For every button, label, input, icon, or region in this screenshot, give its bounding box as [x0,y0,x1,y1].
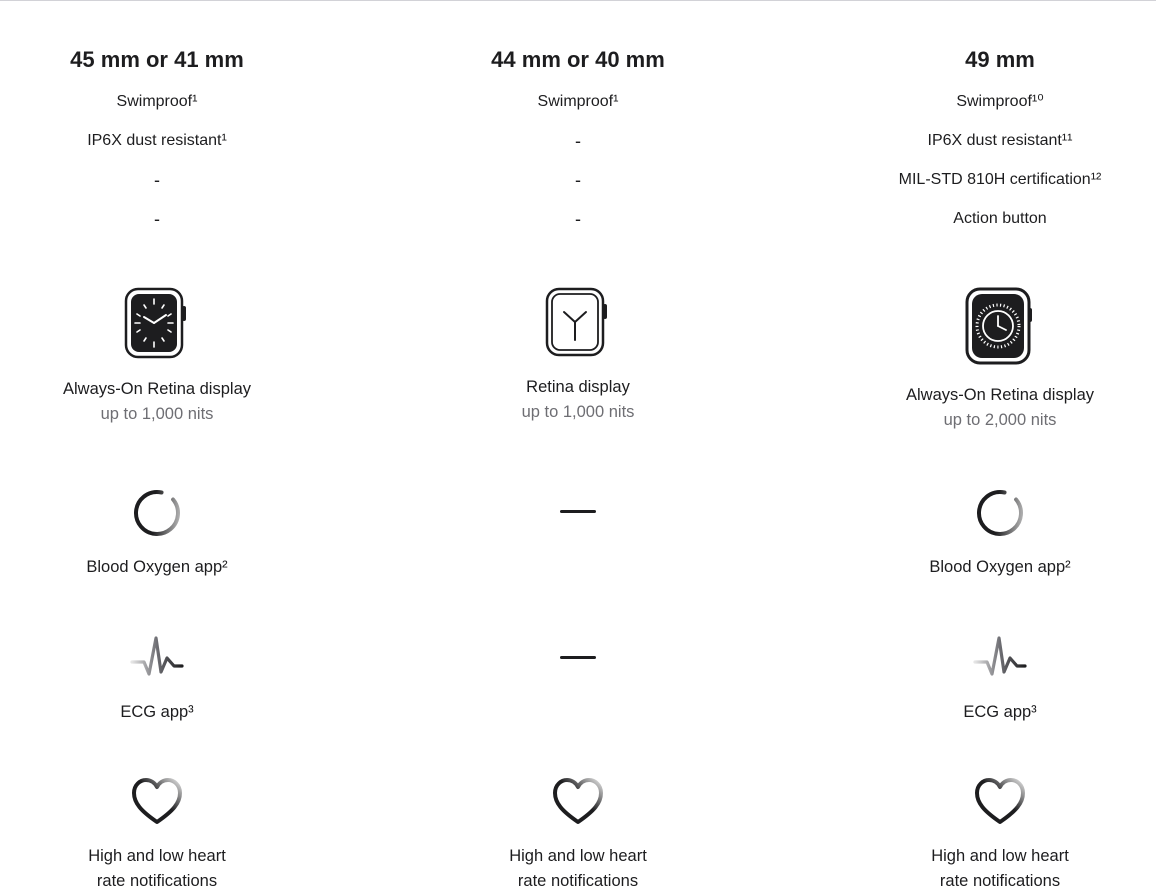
ecg-label: ECG app³ [963,703,1037,721]
spec-action-button: - [154,209,160,229]
ecg-unavailable [560,656,596,659]
spec-swimproof: Swimproof¹⁰ [956,93,1044,110]
spec-mil-std: - [575,170,581,190]
column-series9: 45 mm or 41 mm Swimproof¹ IP6X dust resi… [0,0,337,892]
display-brightness: up to 1,000 nits [100,405,214,423]
case-size-title: 45 mm or 41 mm [70,47,244,72]
heart-icon [132,778,182,824]
watch-face-light-icon [545,287,607,357]
watch-face-dark-icon [124,287,186,359]
blood-oxygen-unavailable [560,510,596,513]
column-se: 44 mm or 40 mm Swimproof¹ - - - Retina d… [398,0,758,892]
spec-swimproof: Swimproof¹ [116,93,198,110]
blood-oxygen-label: Blood Oxygen app² [86,558,228,576]
display-label: Retina display [526,378,630,396]
ecg-icon [973,636,1027,676]
heart-icon [553,778,603,824]
case-size-title: 44 mm or 40 mm [491,47,665,72]
spec-swimproof: Swimproof¹ [537,93,619,110]
spec-action-button: - [575,209,581,229]
spec-mil-std: - [154,170,160,190]
spec-dust: IP6X dust resistant¹ [87,132,227,149]
heart-notifications-line2: rate notifications [96,872,218,890]
display-label: Always-On Retina display [63,380,251,398]
spec-dust: IP6X dust resistant¹¹ [927,132,1073,149]
watch-ultra-face-icon [965,287,1032,365]
heart-notifications-line2: rate notifications [939,872,1061,890]
heart-notifications-line1: High and low heart [931,847,1069,865]
display-brightness: up to 2,000 nits [943,411,1057,429]
display-brightness: up to 1,000 nits [521,403,635,421]
blood-oxygen-icon [134,490,180,536]
heart-icon [975,778,1025,824]
ecg-label: ECG app³ [120,703,194,721]
case-size-title: 49 mm [965,47,1035,72]
heart-notifications-line1: High and low heart [509,847,647,865]
blood-oxygen-label: Blood Oxygen app² [929,558,1071,576]
ecg-icon [130,636,184,676]
heart-notifications-line1: High and low heart [88,847,226,865]
column-ultra: 49 mm Swimproof¹⁰ IP6X dust resistant¹¹ … [820,0,1156,892]
se-blood-oxygen-value: — [0,0,1,1]
blood-oxygen-icon [977,490,1023,536]
heart-notifications-line2: rate notifications [517,872,639,890]
spec-dust: - [575,131,581,151]
display-label: Always-On Retina display [906,386,1094,404]
spec-mil-std: MIL-STD 810H certification¹² [898,171,1102,188]
spec-action-button: Action button [953,210,1047,227]
